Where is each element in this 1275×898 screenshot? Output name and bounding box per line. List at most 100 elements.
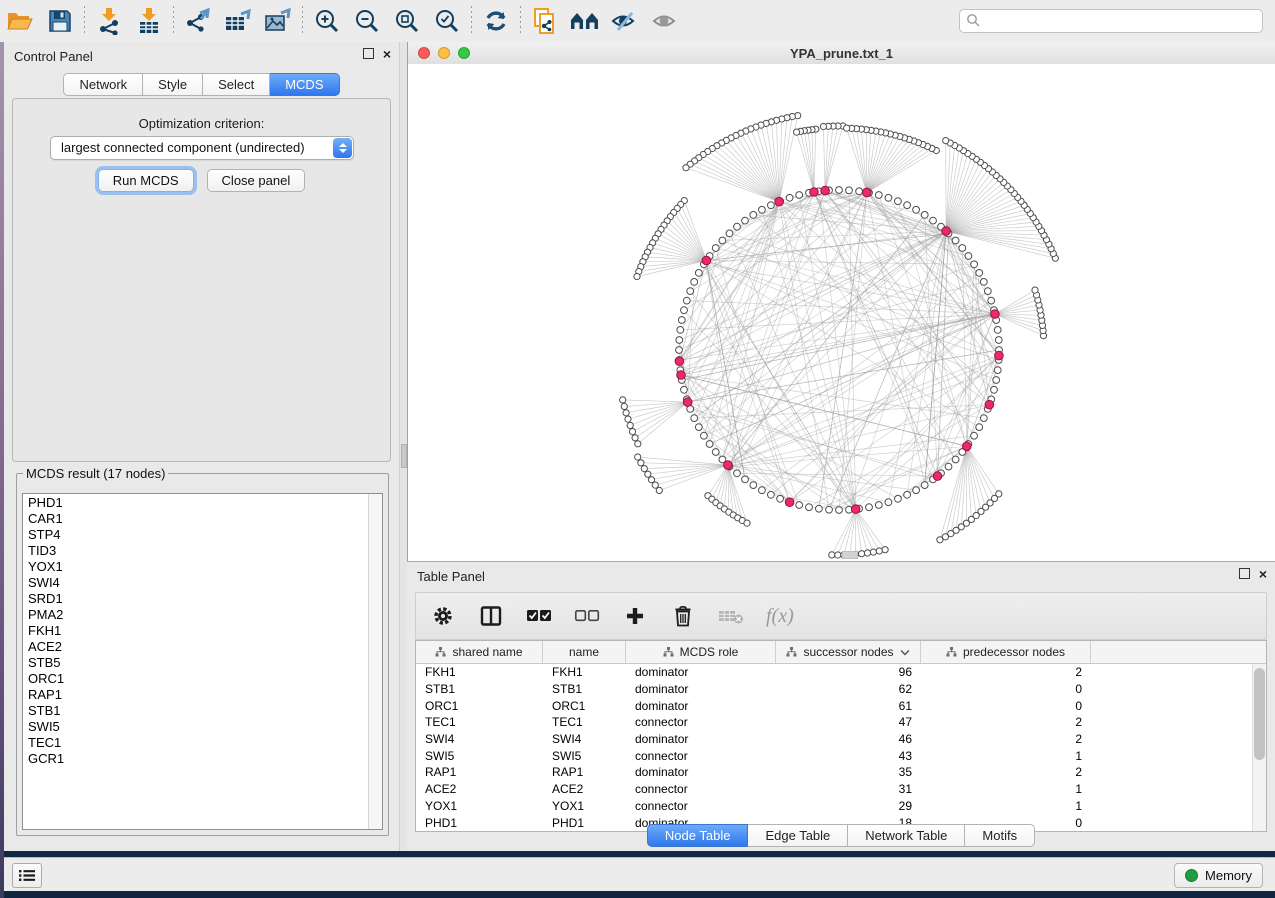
result-node-item[interactable]: PMA2 [23, 607, 369, 623]
function-builder-button[interactable]: f(x) [766, 605, 794, 628]
close-panel-icon[interactable]: × [383, 49, 391, 59]
close-panel-button[interactable]: Close panel [207, 169, 306, 192]
float-table-panel-icon[interactable] [1239, 568, 1250, 579]
tab-mcds[interactable]: MCDS [270, 73, 339, 96]
result-node-item[interactable]: STB5 [23, 655, 369, 671]
tab-network-table[interactable]: Network Table [848, 824, 965, 847]
cell-shared-name: ACE2 [416, 782, 543, 796]
zoom-out-button[interactable] [347, 4, 387, 38]
open-session-button[interactable] [0, 4, 40, 38]
table-row[interactable]: STB1STB1dominator620 [416, 681, 1266, 698]
table-toolbar: f(x) [415, 592, 1267, 640]
memory-button[interactable]: Memory [1174, 863, 1263, 888]
table-row[interactable]: TEC1TEC1connector472 [416, 714, 1266, 731]
table-row[interactable]: ORC1ORC1dominator610 [416, 697, 1266, 714]
export-table-button[interactable] [218, 4, 258, 38]
tab-edge-table[interactable]: Edge Table [748, 824, 848, 847]
close-table-panel-icon[interactable]: × [1259, 569, 1267, 579]
criterion-dropdown[interactable]: largest connected component (undirected) [50, 136, 354, 160]
result-node-item[interactable]: TID3 [23, 543, 369, 559]
cell-predecessor-nodes: 1 [921, 749, 1091, 763]
horizontal-splitter-handle[interactable] [842, 551, 858, 559]
result-node-item[interactable]: STP4 [23, 527, 369, 543]
result-node-item[interactable]: ACE2 [23, 639, 369, 655]
result-node-item[interactable]: FKH1 [23, 623, 369, 639]
table-scrollbar-thumb[interactable] [1254, 668, 1265, 760]
result-node-item[interactable]: ORC1 [23, 671, 369, 687]
result-node-item[interactable]: SRD1 [23, 591, 369, 607]
tab-style[interactable]: Style [143, 73, 203, 96]
deselect-all-button[interactable] [574, 603, 600, 629]
show-all-button[interactable] [645, 4, 685, 38]
import-network-button[interactable] [89, 4, 129, 38]
select-all-button[interactable] [526, 603, 552, 629]
new-network-from-selection-button[interactable] [525, 4, 565, 38]
gear-icon [432, 605, 454, 627]
float-panel-icon[interactable] [363, 48, 374, 59]
task-history-button[interactable] [12, 863, 42, 888]
cell-successor-nodes: 35 [776, 765, 921, 779]
result-node-item[interactable]: TEC1 [23, 735, 369, 751]
table-panel-tabs: Node TableEdge TableNetwork TableMotifs [407, 824, 1275, 847]
result-node-item[interactable]: CAR1 [23, 511, 369, 527]
column-header-shared-name[interactable]: shared name [416, 641, 543, 663]
network-graph-svg[interactable] [408, 64, 1275, 561]
result-node-item[interactable]: YOX1 [23, 559, 369, 575]
hide-selection-button[interactable] [605, 4, 645, 38]
column-header-predecessor-nodes[interactable]: predecessor nodes [921, 641, 1091, 663]
trash-icon [673, 605, 693, 627]
network-canvas[interactable] [408, 64, 1275, 561]
result-node-item[interactable]: GCR1 [23, 751, 369, 767]
result-node-item[interactable]: SWI4 [23, 575, 369, 591]
run-mcds-button[interactable]: Run MCDS [98, 169, 194, 192]
tab-select[interactable]: Select [203, 73, 270, 96]
result-list-scrollbar[interactable] [368, 494, 382, 829]
zoom-selected-button[interactable] [427, 4, 467, 38]
table-row[interactable]: SWI4SWI4dominator462 [416, 731, 1266, 748]
result-node-item[interactable]: STB1 [23, 703, 369, 719]
cell-predecessor-nodes: 0 [921, 682, 1091, 696]
export-network-button[interactable] [178, 4, 218, 38]
network-view-titlebar[interactable]: YPA_prune.txt_1 [408, 42, 1275, 65]
desktop-wallpaper-edge [0, 42, 4, 898]
table-row[interactable]: YOX1YOX1connector291 [416, 798, 1266, 815]
table-scrollbar[interactable] [1252, 664, 1266, 831]
save-session-button[interactable] [40, 4, 80, 38]
table-settings-button[interactable] [430, 603, 456, 629]
cell-name: SWI4 [543, 732, 626, 746]
zoom-fit-button[interactable] [387, 4, 427, 38]
zoom-in-button[interactable] [307, 4, 347, 38]
import-table-button[interactable] [129, 4, 169, 38]
table-row[interactable]: FKH1FKH1dominator962 [416, 664, 1266, 681]
node-table: shared namenameMCDS rolesuccessor nodesp… [415, 640, 1267, 832]
tab-network[interactable]: Network [63, 73, 143, 96]
cell-successor-nodes: 46 [776, 732, 921, 746]
result-node-item[interactable]: RAP1 [23, 687, 369, 703]
table-row[interactable]: ACE2ACE2connector311 [416, 781, 1266, 798]
result-node-item[interactable]: SWI5 [23, 719, 369, 735]
delete-column-button[interactable] [670, 603, 696, 629]
table-row[interactable]: RAP1RAP1dominator352 [416, 764, 1266, 781]
table-panel-title: Table Panel [417, 569, 485, 584]
result-node-item[interactable]: PHD1 [23, 495, 369, 511]
column-header-successor-nodes[interactable]: successor nodes [776, 641, 921, 663]
zoom-selected-icon [434, 8, 460, 34]
apply-layout-button[interactable] [476, 4, 516, 38]
search-input[interactable] [959, 9, 1263, 33]
column-header-mcds-role[interactable]: MCDS role [626, 641, 776, 663]
export-image-button[interactable] [258, 4, 298, 38]
delete-table-button[interactable] [718, 603, 744, 629]
split-table-button[interactable] [478, 603, 504, 629]
add-column-button[interactable] [622, 603, 648, 629]
cell-name: FKH1 [543, 665, 626, 679]
table-row[interactable]: SWI5SWI5connector431 [416, 747, 1266, 764]
column-header-name[interactable]: name [543, 641, 626, 663]
cell-predecessor-nodes: 2 [921, 715, 1091, 729]
tab-motifs[interactable]: Motifs [965, 824, 1035, 847]
memory-label: Memory [1205, 868, 1252, 883]
first-neighbors-button[interactable] [565, 4, 605, 38]
tab-node-table[interactable]: Node Table [647, 824, 749, 847]
cell-successor-nodes: 47 [776, 715, 921, 729]
criterion-value: largest connected component (undirected) [61, 140, 305, 155]
mcds-result-list[interactable]: PHD1CAR1STP4TID3YOX1SWI4SRD1PMA2FKH1ACE2… [22, 493, 383, 830]
